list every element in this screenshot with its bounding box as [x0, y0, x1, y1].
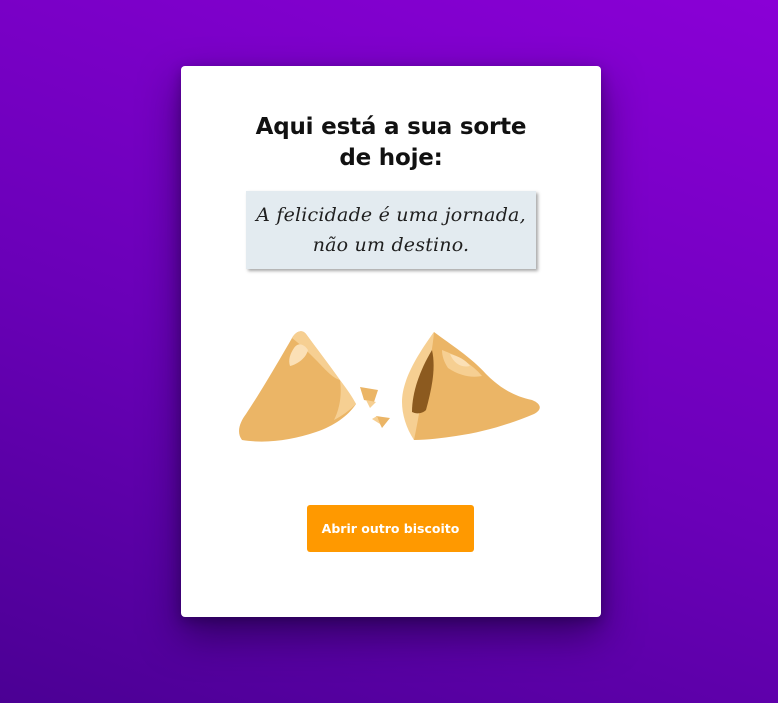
- fortune-card: Aqui está a sua sorte de hoje: A felicid…: [181, 66, 601, 617]
- fortune-cookie-image: [239, 331, 540, 442]
- cookie-right-half: [402, 332, 540, 440]
- fortune-message-box: A felicidade é uma jornada, não um desti…: [246, 191, 536, 269]
- fortune-text-line-1: A felicidade é uma jornada,: [256, 204, 526, 226]
- open-another-cookie-button[interactable]: Abrir outro biscoito: [307, 505, 474, 552]
- cookie-left-half: [239, 331, 356, 442]
- page-title: Aqui está a sua sorte de hoje:: [181, 112, 601, 174]
- fortune-text-line-2: não um destino.: [312, 234, 470, 256]
- title-line-2: de hoje:: [339, 145, 443, 171]
- cookie-crumbs: [360, 387, 390, 428]
- title-line-1: Aqui está a sua sorte: [255, 114, 527, 140]
